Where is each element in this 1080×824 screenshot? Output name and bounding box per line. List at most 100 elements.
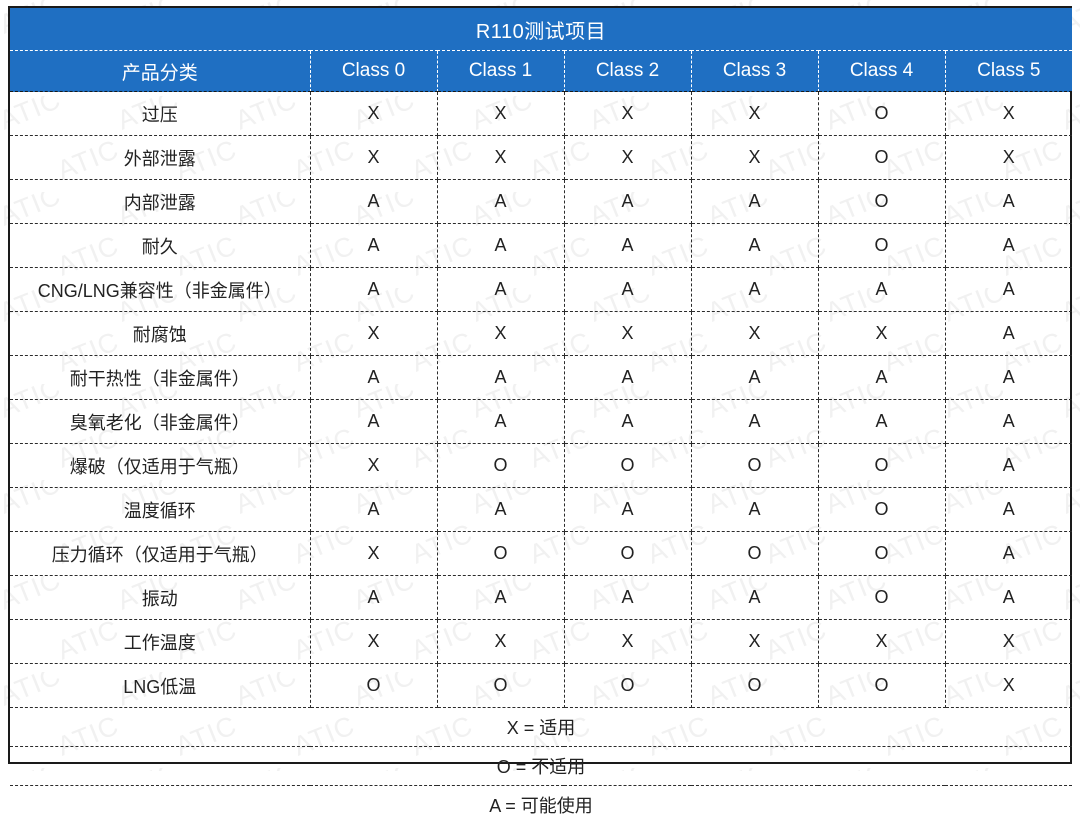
cell-class4: X bbox=[818, 620, 945, 664]
row-label: 压力循环（仅适用于气瓶） bbox=[10, 532, 310, 576]
cell-class5: A bbox=[945, 180, 1072, 224]
cell-class3: A bbox=[691, 268, 818, 312]
row-label: 耐久 bbox=[10, 224, 310, 268]
legend-item: X = 适用 bbox=[10, 708, 1072, 747]
cell-class4: A bbox=[818, 400, 945, 444]
cell-class1: A bbox=[437, 268, 564, 312]
cell-class3: X bbox=[691, 136, 818, 180]
cell-class5: X bbox=[945, 664, 1072, 708]
cell-class2: A bbox=[564, 356, 691, 400]
row-label: 臭氧老化（非金属件） bbox=[10, 400, 310, 444]
cell-class1: X bbox=[437, 620, 564, 664]
legend-item: O = 不适用 bbox=[10, 747, 1072, 786]
cell-class0: X bbox=[310, 532, 437, 576]
cell-class5: A bbox=[945, 224, 1072, 268]
cell-class2: X bbox=[564, 136, 691, 180]
cell-class3: O bbox=[691, 532, 818, 576]
cell-class3: X bbox=[691, 620, 818, 664]
cell-class5: A bbox=[945, 488, 1072, 532]
row-label: 温度循环 bbox=[10, 488, 310, 532]
table-row: 耐腐蚀XXXXXA bbox=[10, 312, 1072, 356]
cell-class1: X bbox=[437, 136, 564, 180]
column-header-class5[interactable]: Class 5 bbox=[945, 51, 1072, 92]
cell-class0: X bbox=[310, 92, 437, 136]
cell-class3: X bbox=[691, 92, 818, 136]
cell-class2: A bbox=[564, 488, 691, 532]
cell-class1: A bbox=[437, 180, 564, 224]
cell-class4: O bbox=[818, 576, 945, 620]
cell-class0: A bbox=[310, 268, 437, 312]
cell-class3: O bbox=[691, 444, 818, 488]
cell-class3: A bbox=[691, 224, 818, 268]
column-header-class1[interactable]: Class 1 bbox=[437, 51, 564, 92]
table-row: 过压XXXXOX bbox=[10, 92, 1072, 136]
cell-class1: A bbox=[437, 224, 564, 268]
cell-class2: A bbox=[564, 400, 691, 444]
page-title: R110测试项目 bbox=[10, 8, 1072, 51]
cell-class4: O bbox=[818, 224, 945, 268]
cell-class2: A bbox=[564, 180, 691, 224]
table-title-row: R110测试项目 bbox=[10, 8, 1072, 51]
column-header-class2[interactable]: Class 2 bbox=[564, 51, 691, 92]
row-label: 外部泄露 bbox=[10, 136, 310, 180]
cell-class0: A bbox=[310, 356, 437, 400]
cell-class5: A bbox=[945, 268, 1072, 312]
table-row: 温度循环AAAAOA bbox=[10, 488, 1072, 532]
cell-class3: O bbox=[691, 664, 818, 708]
cell-class5: A bbox=[945, 356, 1072, 400]
cell-class4: O bbox=[818, 664, 945, 708]
cell-class0: A bbox=[310, 576, 437, 620]
row-label: LNG低温 bbox=[10, 664, 310, 708]
column-header-class0[interactable]: Class 0 bbox=[310, 51, 437, 92]
cell-class2: A bbox=[564, 224, 691, 268]
table-header-row: 产品分类Class 0Class 1Class 2Class 3Class 4C… bbox=[10, 51, 1072, 92]
cell-class2: O bbox=[564, 444, 691, 488]
table-row: 爆破（仅适用于气瓶）XOOOOA bbox=[10, 444, 1072, 488]
cell-class4: O bbox=[818, 136, 945, 180]
cell-class5: A bbox=[945, 532, 1072, 576]
cell-class1: O bbox=[437, 444, 564, 488]
row-label: 过压 bbox=[10, 92, 310, 136]
cell-class1: A bbox=[437, 400, 564, 444]
cell-class4: A bbox=[818, 268, 945, 312]
cell-class5: A bbox=[945, 400, 1072, 444]
cell-class4: O bbox=[818, 488, 945, 532]
row-label: 爆破（仅适用于气瓶） bbox=[10, 444, 310, 488]
cell-class5: X bbox=[945, 620, 1072, 664]
row-label: 耐干热性（非金属件） bbox=[10, 356, 310, 400]
cell-class0: X bbox=[310, 444, 437, 488]
cell-class5: X bbox=[945, 136, 1072, 180]
table-row: 耐久AAAAOA bbox=[10, 224, 1072, 268]
row-label: 内部泄露 bbox=[10, 180, 310, 224]
cell-class1: X bbox=[437, 92, 564, 136]
cell-class3: X bbox=[691, 312, 818, 356]
table-page: ATIC ATIC R110测试项目产品分类Class 0Class 1Clas… bbox=[0, 0, 1080, 771]
cell-class2: X bbox=[564, 312, 691, 356]
cell-class0: X bbox=[310, 312, 437, 356]
cell-class2: X bbox=[564, 620, 691, 664]
cell-class2: A bbox=[564, 268, 691, 312]
column-header-class4[interactable]: Class 4 bbox=[818, 51, 945, 92]
r110-test-items-table: R110测试项目产品分类Class 0Class 1Class 2Class 3… bbox=[8, 6, 1072, 764]
table-row: 外部泄露XXXXOX bbox=[10, 136, 1072, 180]
table-row: 内部泄露AAAAOA bbox=[10, 180, 1072, 224]
row-label: 工作温度 bbox=[10, 620, 310, 664]
row-label: CNG/LNG兼容性（非金属件） bbox=[10, 268, 310, 312]
cell-class0: A bbox=[310, 488, 437, 532]
column-header-class3[interactable]: Class 3 bbox=[691, 51, 818, 92]
cell-class0: O bbox=[310, 664, 437, 708]
table-row: 工作温度XXXXXX bbox=[10, 620, 1072, 664]
cell-class3: A bbox=[691, 576, 818, 620]
table-row: CNG/LNG兼容性（非金属件）AAAAAA bbox=[10, 268, 1072, 312]
cell-class2: X bbox=[564, 92, 691, 136]
test-matrix: R110测试项目产品分类Class 0Class 1Class 2Class 3… bbox=[10, 8, 1072, 824]
cell-class4: O bbox=[818, 532, 945, 576]
row-label: 耐腐蚀 bbox=[10, 312, 310, 356]
cell-class1: X bbox=[437, 312, 564, 356]
column-header-category[interactable]: 产品分类 bbox=[10, 51, 310, 92]
cell-class5: A bbox=[945, 444, 1072, 488]
cell-class1: A bbox=[437, 356, 564, 400]
cell-class0: A bbox=[310, 224, 437, 268]
cell-class0: A bbox=[310, 180, 437, 224]
cell-class4: X bbox=[818, 312, 945, 356]
